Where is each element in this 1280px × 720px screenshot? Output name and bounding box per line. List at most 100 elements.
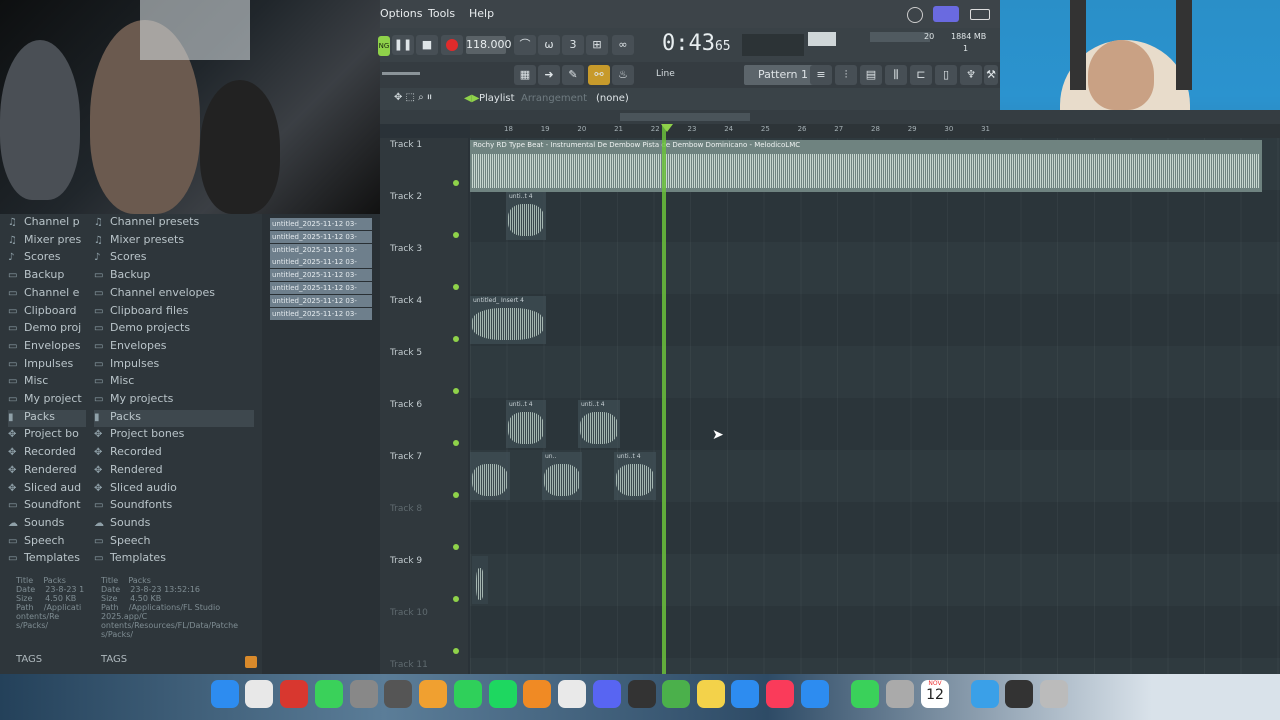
recent-file-item[interactable]: untitled_2025-11-12 03-44... xyxy=(270,218,372,230)
browser-item[interactable]: ▭ Templates xyxy=(8,551,86,568)
browser-item[interactable]: ☁ Sounds xyxy=(94,516,254,533)
spotify-icon[interactable] xyxy=(489,680,517,708)
browser-item[interactable]: ▭ Templates xyxy=(94,551,254,568)
audio-clip[interactable]: unti..t 4 xyxy=(506,400,546,448)
track-label[interactable]: Track 9 xyxy=(390,556,422,566)
browser-item[interactable]: ▭ Backup xyxy=(8,268,86,285)
calculator-icon[interactable] xyxy=(384,680,412,708)
tags-label-right[interactable]: TAGS xyxy=(101,654,127,672)
trash-icon[interactable] xyxy=(1040,680,1068,708)
loop-record-icon[interactable]: ∞ xyxy=(612,35,634,55)
playlist-tools-icons[interactable]: ✥ ⬚ ⌕ ⏸ xyxy=(394,92,432,103)
calendar-icon[interactable]: NOV 12 xyxy=(921,680,949,708)
recent-file-item[interactable]: untitled_2025-11-12 03-49... xyxy=(270,294,372,307)
track-label[interactable]: Track 10 xyxy=(390,608,428,618)
fl-studio-icon[interactable] xyxy=(523,680,551,708)
browser-item[interactable]: ▭ Soundfont xyxy=(8,498,86,515)
track-mute-led[interactable] xyxy=(453,648,459,654)
arrow-right-icon[interactable]: ➜ xyxy=(538,65,560,85)
pause-button[interactable]: ❚❚ xyxy=(392,35,414,55)
tags-label-left[interactable]: TAGS xyxy=(16,654,42,672)
audio-clip[interactable]: un.. xyxy=(542,452,582,500)
track-label[interactable]: Track 8 xyxy=(390,504,422,514)
record-button[interactable] xyxy=(441,35,463,55)
recent-file-item[interactable]: untitled_2025-11-12 03-46... xyxy=(270,256,372,269)
browser-item[interactable]: ▭ Clipboard xyxy=(8,304,86,321)
browser-item[interactable]: ▭ My project xyxy=(8,392,86,409)
obs-icon[interactable] xyxy=(628,680,656,708)
browser-item[interactable]: ♫ Mixer pres xyxy=(8,233,86,250)
track-mute-led[interactable] xyxy=(453,336,459,342)
browser-item[interactable]: ☁ Sounds xyxy=(8,516,86,533)
app-store-icon[interactable] xyxy=(801,680,829,708)
piano-roll-icon[interactable]: ▤ xyxy=(860,65,882,85)
browser-item[interactable]: ▭ Speech xyxy=(8,534,86,551)
plugin-icon[interactable]: ♆ xyxy=(960,65,982,85)
browser-item[interactable]: ▮ Packs xyxy=(8,409,86,427)
recent-file-item[interactable]: untitled_2025-11-12 03-50... xyxy=(270,307,372,320)
track-mute-led[interactable] xyxy=(453,544,459,550)
menu-help[interactable]: Help xyxy=(469,7,494,20)
brush-icon[interactable]: ✎ xyxy=(562,65,584,85)
mixer-icon[interactable]: ⫼ xyxy=(885,65,907,85)
audio-clip[interactable] xyxy=(470,452,510,500)
browser-item[interactable]: ▭ Channel e xyxy=(8,286,86,303)
browser-item[interactable]: ▭ Envelopes xyxy=(94,339,254,356)
browser-item[interactable]: ▮ Packs xyxy=(94,409,254,427)
browser-item[interactable]: ▭ Speech xyxy=(94,534,254,551)
track-label[interactable]: Track 4 xyxy=(390,296,422,306)
menu-tools[interactable]: Tools xyxy=(428,7,455,20)
stop-button[interactable]: ■ xyxy=(416,35,438,55)
browser-item[interactable]: ▭ Soundfonts xyxy=(94,498,254,515)
link-icon[interactable]: ⚯ xyxy=(588,65,610,85)
track-mute-led[interactable] xyxy=(453,284,459,290)
tempo-display[interactable]: 118.000 xyxy=(466,36,512,54)
track-mute-led[interactable] xyxy=(453,180,459,186)
browser-item[interactable]: ▭ Clipboard files xyxy=(94,304,254,321)
browser-item[interactable]: ✥ Rendered xyxy=(94,463,254,480)
song-mode-toggle[interactable]: NG xyxy=(378,36,390,56)
browser-icon[interactable]: ⊏ xyxy=(910,65,932,85)
quicktime-icon[interactable] xyxy=(886,680,914,708)
utorrent-icon[interactable] xyxy=(662,680,690,708)
browser-item[interactable]: ✥ Recorded xyxy=(8,445,86,462)
browser-item[interactable]: ▭ Impulses xyxy=(94,357,254,374)
notes-icon[interactable] xyxy=(697,680,725,708)
facetime-icon[interactable] xyxy=(851,680,879,708)
finder-icon[interactable] xyxy=(211,680,239,708)
recent-file-item[interactable]: untitled_2025-11-12 03-48... xyxy=(270,282,372,294)
recent-file-item[interactable]: untitled_2025-11-12 03-47... xyxy=(270,269,372,282)
track-mute-led[interactable] xyxy=(453,388,459,394)
track-mute-led[interactable] xyxy=(453,596,459,602)
browser-item[interactable]: ♪ Scores xyxy=(94,250,254,267)
browser-item[interactable]: ▭ Misc xyxy=(94,374,254,391)
settings-icon[interactable] xyxy=(350,680,378,708)
playlist-scrollbar[interactable] xyxy=(380,110,1280,124)
browser-item[interactable]: ♫ Channel p xyxy=(8,215,86,232)
master-volume-slider[interactable] xyxy=(382,72,420,75)
stamp-icon[interactable]: ♨ xyxy=(612,65,634,85)
metronome-icon[interactable]: ⌒ xyxy=(514,35,536,55)
browser-item[interactable]: ✥ Project bo xyxy=(8,427,86,444)
track-label[interactable]: Track 11 xyxy=(390,660,428,670)
chrome-icon[interactable] xyxy=(558,680,586,708)
whatsapp-icon[interactable] xyxy=(454,680,482,708)
messages-icon[interactable] xyxy=(315,680,343,708)
browser-item[interactable]: ▭ My projects xyxy=(94,392,254,409)
track-label[interactable]: Track 6 xyxy=(390,400,422,410)
step-edit-icon[interactable]: ⊞ xyxy=(586,35,608,55)
audio-clip[interactable]: untitled_ Insert 4 xyxy=(470,296,546,344)
audio-clip[interactable]: unti..t 4 xyxy=(614,452,656,500)
tools-icon[interactable]: ⚒ xyxy=(984,65,998,85)
audio-clip[interactable]: unti..t 4 xyxy=(506,192,546,240)
playlist-play-icon[interactable]: ◀▶ xyxy=(464,93,479,104)
browser-item[interactable]: ✥ Project bones xyxy=(94,427,254,444)
recent-file-item[interactable]: untitled_2025-11-12 03-45... xyxy=(270,230,372,243)
folder-icon[interactable] xyxy=(1005,680,1033,708)
browser-item[interactable]: ▭ Misc xyxy=(8,374,86,391)
track-label[interactable]: Track 1 xyxy=(390,140,422,150)
playlist-arrangement-name[interactable]: (none) xyxy=(596,93,629,104)
browser-item[interactable]: ✥ Sliced aud xyxy=(8,481,86,498)
recent-file-item[interactable]: untitled_2025-11-12 03-45... xyxy=(270,243,372,256)
discord-icon[interactable] xyxy=(593,680,621,708)
